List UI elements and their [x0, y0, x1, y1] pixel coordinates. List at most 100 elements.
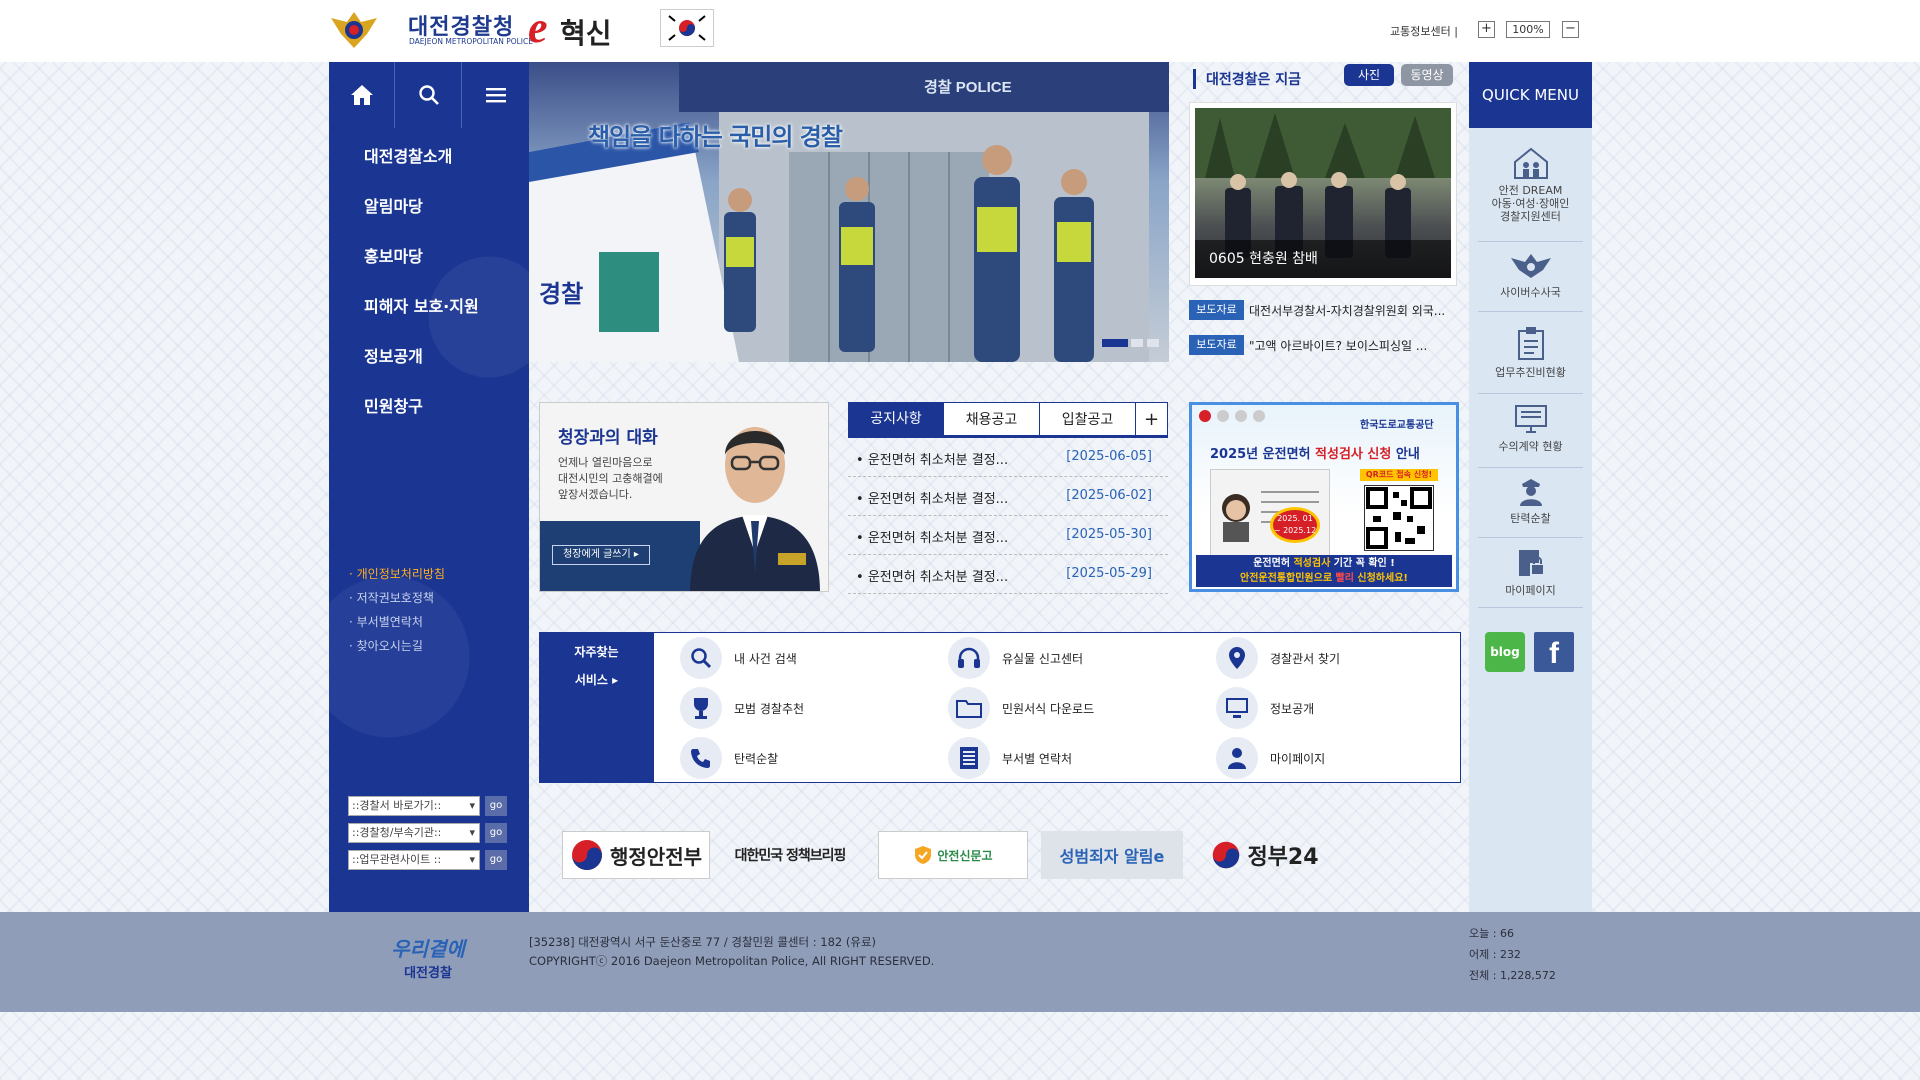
quick-cyber[interactable]: 사이버수사국 — [1478, 252, 1583, 312]
menu-icon — [486, 88, 506, 103]
quick-mypage[interactable]: 마이페이지 — [1478, 548, 1583, 608]
notice-title: • 운전면허 취소처분 결정... — [856, 492, 1009, 507]
facebook-icon[interactable]: f — [1534, 632, 1574, 672]
notice-row[interactable]: • 운전면허 취소처분 결정... [2025-06-02] — [848, 477, 1168, 516]
service-forms-download[interactable]: 민원서식 다운로드 — [948, 687, 1094, 729]
partner-mois[interactable]: 행정안전부 — [562, 831, 710, 879]
notice-more-button[interactable]: + — [1136, 402, 1168, 436]
partner-sex-offender-alert[interactable]: 성범죄자 알림e — [1041, 831, 1183, 879]
police-emblem-icon[interactable] — [329, 8, 379, 50]
visit-today: 오늘 : 66 — [1469, 927, 1514, 940]
license-dot-2[interactable] — [1217, 410, 1229, 422]
notice-row[interactable]: • 운전면허 취소처분 결정... [2025-05-29] — [848, 555, 1168, 594]
directions-link[interactable]: · 찾아오시는길 — [349, 637, 423, 654]
services-label-line[interactable]: 서비스 ▸ — [539, 666, 654, 694]
zoom-out-button[interactable]: − — [1562, 21, 1579, 38]
go-button-1[interactable]: go — [485, 796, 507, 816]
department-contacts-link[interactable]: · 부서별연락처 — [349, 613, 423, 630]
logo-e: e — [528, 3, 548, 52]
partner-safety-report[interactable]: 안전신문고 — [878, 831, 1028, 879]
chief-write-button[interactable]: 청장에게 글쓰기 ▸ — [552, 545, 650, 565]
chief-description: 언제나 열린마음으로 대전시민의 고충해결에 앞장서겠습니다. — [558, 455, 663, 503]
quick-patrol[interactable]: 탄력순찰 — [1478, 476, 1583, 538]
service-case-search[interactable]: 내 사건 검색 — [680, 637, 797, 679]
officer-icon — [1519, 479, 1542, 506]
banner-caption: 책임을 다하는 국민의 경찰 — [588, 123, 843, 151]
license-dot-1[interactable] — [1199, 410, 1211, 422]
clipboard-icon — [1517, 327, 1544, 360]
visit-yesterday: 어제 : 232 — [1469, 948, 1521, 961]
service-info-disclosure[interactable]: 정보공개 — [1216, 687, 1314, 729]
menu-intro[interactable]: 대전경찰소개 — [364, 143, 452, 167]
notice-row[interactable]: • 운전면허 취소처분 결정... [2025-05-30] — [848, 516, 1168, 555]
chief-dialogue-panel[interactable]: 청장과의 대화 언제나 열린마음으로 대전시민의 고충해결에 앞장서겠습니다. … — [539, 402, 829, 592]
traffic-info-link[interactable]: 교통정보센터 | — [1390, 23, 1458, 39]
press-item-2[interactable]: "고액 아르바이트? 보이스피싱일 ... — [1249, 337, 1427, 354]
notice-row[interactable]: • 운전면허 취소처분 결정... [2025-06-05] — [848, 438, 1168, 477]
menu-civil-service[interactable]: 민원창구 — [364, 393, 423, 417]
blog-icon[interactable]: blog — [1485, 632, 1525, 672]
partner-gov24[interactable]: 정부24 — [1200, 831, 1330, 879]
license-footer-line-2: 안전운전통합민원으로 빨리 신청하세요! — [1240, 573, 1408, 584]
license-period-badge: 2025. 01 ~ 2025.12 — [1270, 507, 1320, 543]
partner-policy-briefing[interactable]: 대한민국 정책브리핑 — [720, 831, 860, 879]
banner-dot-3[interactable] — [1147, 339, 1159, 347]
license-dot-3[interactable] — [1235, 410, 1247, 422]
service-flexible-patrol[interactable]: 탄력순찰 — [680, 737, 778, 779]
frequent-services-label: 자주찾는 서비스 ▸ — [539, 632, 654, 783]
monitor-doc-icon — [1514, 405, 1547, 433]
notice-title: • 운전면허 취소처분 결정... — [856, 531, 1009, 546]
menu-info-disclosure[interactable]: 정보공개 — [364, 343, 423, 367]
banner-image: 경찰 POLICE 경찰 — [529, 62, 1169, 362]
police-station-select[interactable]: ::경찰서 바로가기:: ▾ — [348, 796, 480, 816]
tab-notice[interactable]: 공지사항 — [848, 402, 944, 436]
license-dot-4[interactable] — [1253, 410, 1265, 422]
menu-pr[interactable]: 홍보마당 — [364, 243, 423, 267]
home-icon — [350, 85, 373, 105]
license-banner[interactable]: 한국도로교통공단 2025년 운전면허 적성검사 신청 안내 2025. 01 … — [1189, 402, 1459, 592]
quick-expense[interactable]: 업무추진비현황 — [1478, 326, 1583, 394]
banner-dot-2[interactable] — [1131, 339, 1143, 347]
logo-innovation: 혁신 — [560, 17, 612, 50]
go-button-2[interactable]: go — [485, 823, 507, 843]
chief-desc-line: 대전시민의 고충해결에 — [558, 472, 663, 485]
menu-victim-support[interactable]: 피해자 보호·지원 — [364, 293, 479, 317]
notice-date: [2025-06-02] — [1066, 488, 1152, 503]
service-lost-found[interactable]: 유실물 신고센터 — [948, 637, 1083, 679]
safety-shield-icon — [915, 846, 932, 864]
now-section-title: 대전경찰은 지금 — [1193, 69, 1301, 89]
tab-video[interactable]: 동영상 — [1401, 64, 1453, 86]
home-button[interactable] — [329, 62, 395, 128]
menu-button[interactable] — [463, 62, 529, 128]
monitor-icon — [1226, 698, 1248, 718]
quick-safe-dream[interactable]: 안전 DREAM 아동·여성·장애인 경찰지원센터 — [1478, 146, 1583, 242]
list-icon — [960, 747, 978, 769]
tab-recruit[interactable]: 채용공고 — [944, 402, 1040, 436]
privacy-policy-link[interactable]: · 개인정보처리방침 — [349, 565, 445, 582]
banner-dot-1[interactable] — [1102, 339, 1128, 347]
notice-title: • 운전면허 취소처분 결정... — [856, 570, 1009, 585]
related-sites-select[interactable]: ::업무관련사이트 :: ▾ — [348, 850, 480, 870]
copyright-policy-link[interactable]: · 저작권보호정책 — [349, 589, 434, 606]
service-model-police[interactable]: 모범 경찰추천 — [680, 687, 804, 729]
press-item-1[interactable]: 대전서부경찰서-자치경찰위원회 외국... — [1249, 302, 1445, 319]
notice-date: [2025-05-29] — [1066, 566, 1152, 581]
quick-contract[interactable]: 수의계약 현황 — [1478, 404, 1583, 468]
menu-notice[interactable]: 알림마당 — [364, 193, 423, 217]
tab-bid[interactable]: 입찰공고 — [1040, 402, 1136, 436]
main-banner[interactable]: 경찰 POLICE 경찰 — [529, 62, 1169, 362]
service-find-station[interactable]: 경찰관서 찾기 — [1216, 637, 1340, 679]
tab-photo[interactable]: 사진 — [1344, 64, 1394, 86]
partner-label: 성범죄자 알림e — [1059, 847, 1165, 866]
go-button-3[interactable]: go — [485, 850, 507, 870]
quick-item-label: 수의계약 현황 — [1498, 440, 1563, 453]
search-button[interactable] — [396, 62, 462, 128]
service-mypage[interactable]: 마이페이지 — [1216, 737, 1325, 779]
service-department-contacts[interactable]: 부서별 연락처 — [948, 737, 1072, 779]
qr-code-icon[interactable] — [1364, 485, 1434, 551]
agency-select[interactable]: ::경찰청/부속기관:: ▾ — [348, 823, 480, 843]
zoom-in-button[interactable]: + — [1478, 21, 1495, 38]
quick-item-label: 탄력순찰 — [1510, 512, 1551, 525]
press-badge: 보도자료 — [1189, 335, 1244, 355]
partner-label: 안전신문고 — [937, 848, 993, 863]
